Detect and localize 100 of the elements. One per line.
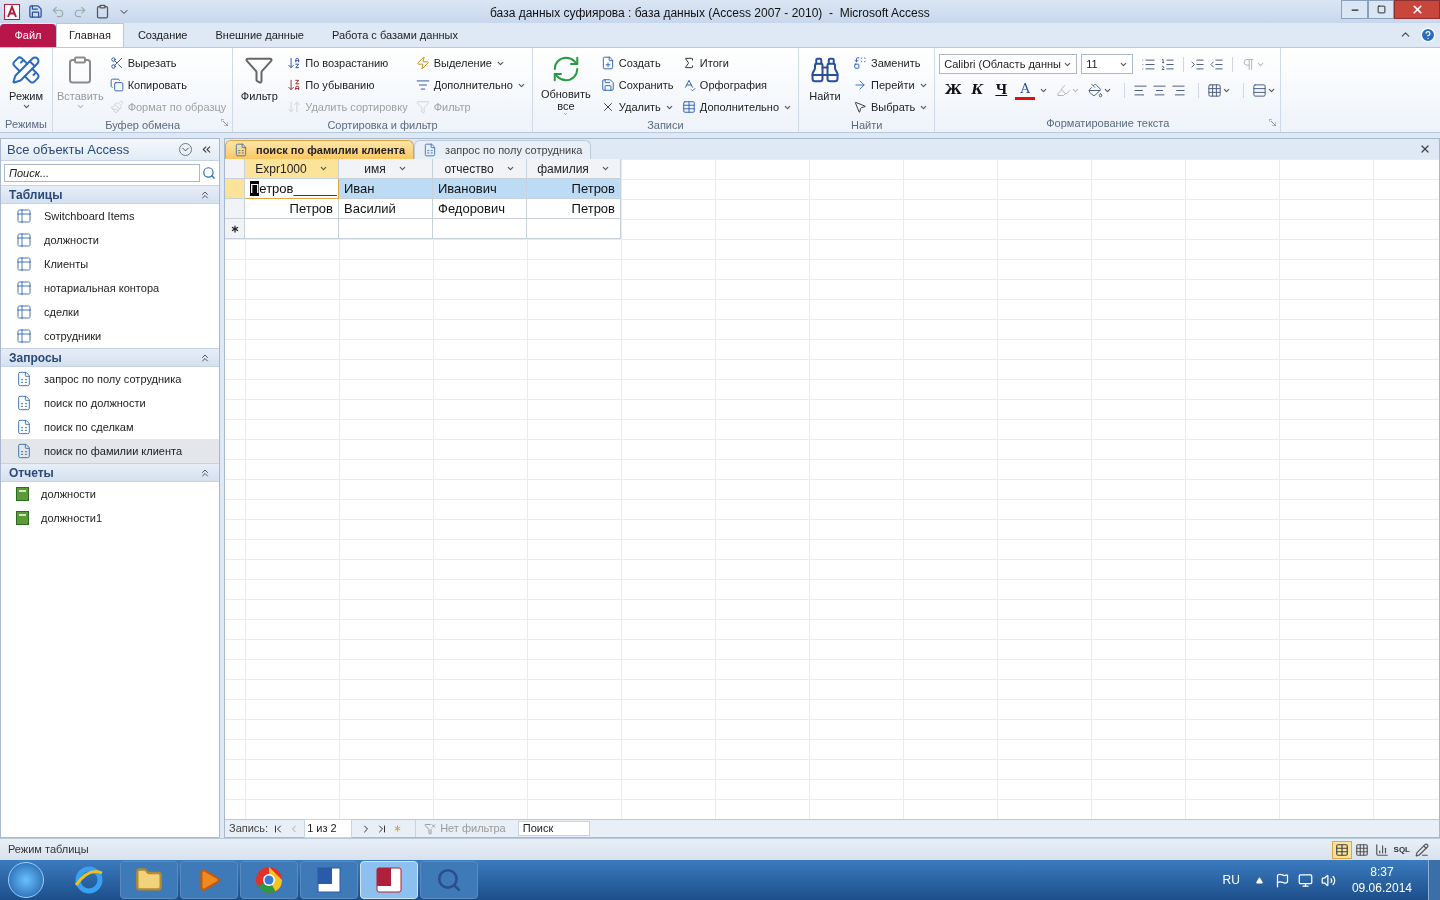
numbered-list-icon[interactable] bbox=[1160, 56, 1176, 72]
close-button[interactable] bbox=[1394, 0, 1440, 19]
nav-pane-header[interactable]: Все объекты Access bbox=[1, 139, 219, 161]
new-record-cell[interactable] bbox=[339, 219, 433, 239]
volume-icon[interactable] bbox=[1320, 872, 1336, 888]
ribbon-button[interactable]: Итоги bbox=[679, 53, 794, 73]
ribbon-tab[interactable]: Работа с базами данных bbox=[317, 24, 472, 47]
nav-item[interactable]: поиск по сделкам bbox=[1, 415, 219, 439]
ribbon-large-button[interactable]: Найти bbox=[803, 50, 847, 116]
ribbon-button[interactable]: По убыванию bbox=[285, 75, 410, 95]
text-style-button[interactable]: К bbox=[967, 80, 988, 100]
restore-button[interactable] bbox=[1368, 0, 1394, 19]
section-header[interactable]: Запросы bbox=[1, 348, 219, 367]
font-color-button[interactable]: A bbox=[1015, 80, 1036, 100]
align-center-icon[interactable] bbox=[1152, 82, 1168, 98]
ribbon-button[interactable]: Создать bbox=[598, 53, 676, 73]
new-record-cell[interactable] bbox=[245, 219, 339, 239]
ribbon-button[interactable]: Дополнительно bbox=[679, 97, 794, 117]
ribbon-button[interactable]: По возрастанию bbox=[285, 53, 410, 73]
ribbon-large-button[interactable]: Фильтр bbox=[237, 50, 282, 116]
nav-item[interactable]: запрос по полу сотрудника bbox=[1, 367, 219, 391]
record-position-field[interactable]: 1 из 2 bbox=[304, 819, 353, 838]
ribbon-button[interactable]: Выделение bbox=[413, 53, 528, 73]
document-tab[interactable]: запрос по полу сотрудника bbox=[414, 140, 592, 159]
font-name-field[interactable]: Calibri (Область данны bbox=[939, 54, 1078, 74]
ribbon-button[interactable]: Дополнительно bbox=[413, 75, 528, 95]
search-field[interactable]: Поиск... bbox=[4, 164, 200, 182]
close-icon bbox=[1410, 3, 1424, 16]
taskbar-button[interactable] bbox=[120, 861, 178, 899]
section-header[interactable]: Таблицы bbox=[1, 185, 219, 204]
indent-icon[interactable] bbox=[1190, 56, 1206, 72]
clipboard-icon[interactable] bbox=[95, 4, 110, 19]
column-header[interactable]: отчество bbox=[433, 159, 527, 179]
document-tab[interactable]: поиск по фамилии клиента bbox=[225, 140, 415, 159]
ribbon-large-button[interactable]: Обновить все bbox=[536, 50, 595, 116]
font-size-field[interactable]: 11 bbox=[1081, 54, 1134, 74]
ribbon-button[interactable]: Заменить bbox=[851, 53, 931, 73]
ribbon-button[interactable]: Удалить bbox=[598, 97, 676, 117]
outdent-icon[interactable] bbox=[1209, 56, 1225, 72]
nav-item[interactable]: поиск по должности bbox=[1, 391, 219, 415]
close-document-icon[interactable] bbox=[1419, 143, 1431, 155]
text-style-button[interactable]: Ч bbox=[991, 80, 1012, 100]
ribbon-tab[interactable]: Внешние данные bbox=[201, 24, 318, 47]
ribbon-tab[interactable]: Создание bbox=[123, 24, 202, 47]
clock-time[interactable]: 8:37 bbox=[1370, 864, 1394, 880]
ribbon-button[interactable]: Вырезать bbox=[107, 53, 229, 73]
show-hidden-icons-icon[interactable] bbox=[1255, 876, 1263, 884]
help-icon[interactable] bbox=[1420, 27, 1436, 43]
action-center-icon[interactable] bbox=[1274, 872, 1290, 888]
save-icon[interactable] bbox=[28, 4, 43, 19]
view-button[interactable] bbox=[1331, 840, 1352, 859]
ribbon-large-button[interactable]: Режим bbox=[4, 50, 48, 116]
start-button[interactable] bbox=[8, 862, 44, 898]
minimize-button[interactable] bbox=[1341, 0, 1368, 19]
column-header[interactable]: фамилия bbox=[527, 159, 621, 179]
column-header[interactable]: Expr1000 bbox=[245, 159, 339, 179]
table-icon bbox=[16, 208, 32, 224]
filter-icon bbox=[244, 55, 275, 85]
collapse-icon[interactable] bbox=[200, 143, 213, 156]
fill-color-icon[interactable] bbox=[1088, 82, 1104, 98]
search-icon[interactable] bbox=[202, 166, 216, 180]
align-left-icon[interactable] bbox=[1133, 82, 1149, 98]
nav-item[interactable]: поиск по фамилии клиента bbox=[1, 439, 219, 463]
row-color-icon[interactable] bbox=[1252, 82, 1268, 98]
query-icon bbox=[16, 443, 32, 459]
ribbon-button[interactable]: Сохранить bbox=[598, 75, 676, 95]
nav-item[interactable]: Клиенты bbox=[1, 252, 219, 276]
language-indicator[interactable]: RU bbox=[1222, 871, 1240, 889]
network-icon[interactable] bbox=[1297, 872, 1313, 888]
ribbon-button[interactable]: Перейти bbox=[851, 75, 931, 95]
sql-view-button[interactable]: SQL bbox=[1391, 840, 1412, 859]
align-right-icon[interactable] bbox=[1171, 82, 1187, 98]
gridlines-icon[interactable] bbox=[1207, 82, 1223, 98]
column-header[interactable]: имя bbox=[339, 159, 433, 179]
ribbon-tab[interactable]: Главная bbox=[56, 23, 124, 47]
taskbar-button[interactable] bbox=[240, 861, 298, 899]
clock-date[interactable]: 09.06.2014 bbox=[1351, 880, 1412, 896]
nav-item[interactable]: должности1 bbox=[1, 506, 219, 530]
ribbon-button[interactable]: Копировать bbox=[107, 75, 229, 95]
nav-item[interactable]: должности bbox=[1, 228, 219, 252]
ribbon-button[interactable]: Выбрать bbox=[851, 97, 931, 117]
section-header[interactable]: Отчеты bbox=[1, 463, 219, 482]
new-record-cell[interactable] bbox=[433, 219, 527, 239]
nav-item[interactable]: сотрудники bbox=[1, 324, 219, 348]
new-record-cell[interactable] bbox=[527, 219, 621, 239]
bullet-list-icon[interactable] bbox=[1141, 56, 1157, 72]
nav-item[interactable]: должности bbox=[1, 482, 219, 506]
taskbar-button[interactable] bbox=[300, 861, 358, 899]
dialog-launcher-icon[interactable] bbox=[1269, 119, 1277, 126]
nav-item[interactable]: Switchboard Items bbox=[1, 204, 219, 228]
group-label: Найти bbox=[850, 118, 883, 133]
nav-item[interactable]: нотариальная контора bbox=[1, 276, 219, 300]
nav-item[interactable]: сделки bbox=[1, 300, 219, 324]
text-style-button[interactable]: Ж bbox=[943, 80, 964, 100]
search-field[interactable]: Поиск bbox=[517, 821, 590, 836]
clear-sort-icon bbox=[287, 100, 302, 114]
filter-icon bbox=[415, 100, 430, 114]
file-tab[interactable]: Файл bbox=[0, 24, 56, 47]
dialog-launcher-icon[interactable] bbox=[221, 119, 229, 126]
ribbon-button[interactable]: Орфография bbox=[679, 75, 794, 95]
